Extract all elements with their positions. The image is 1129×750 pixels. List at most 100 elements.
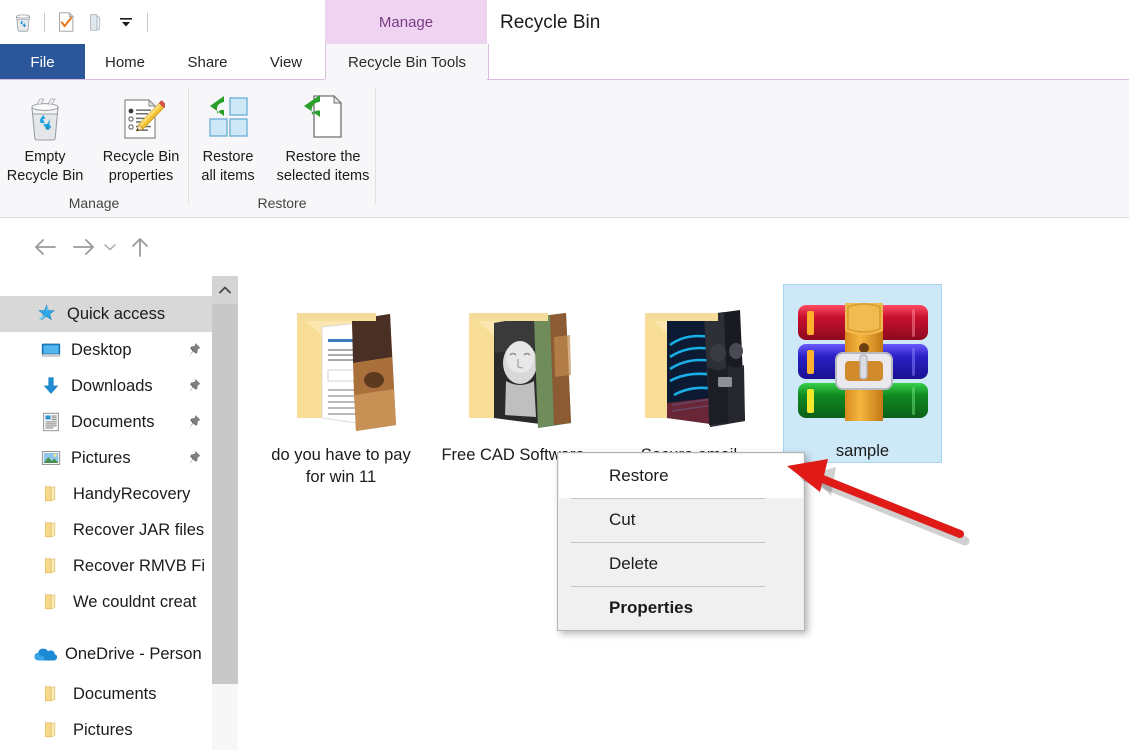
quick-access-star-icon bbox=[34, 301, 60, 327]
context-menu-label: Delete bbox=[609, 554, 659, 573]
context-menu-item-properties[interactable]: Properties bbox=[559, 586, 803, 630]
ribbon: Empty Recycle Bin Recycle Bin properties… bbox=[0, 80, 1129, 218]
restore-all-items-label: Restore all items bbox=[201, 148, 254, 186]
label-line-1: Recycle Bin bbox=[102, 149, 180, 165]
sidebar-item-label: Documents bbox=[73, 684, 157, 703]
tab-file[interactable]: File bbox=[0, 44, 85, 80]
scrollbar-thumb[interactable] bbox=[212, 304, 238, 684]
context-menu-label: Cut bbox=[609, 510, 636, 529]
recycle-bin-properties-label: Recycle Bin properties bbox=[103, 148, 180, 186]
sidebar-item-desktop[interactable]: Desktop bbox=[0, 332, 212, 368]
ribbon-group-label-restore: Restore bbox=[257, 195, 307, 211]
restore-selected-items-button[interactable]: Restore the selected items bbox=[271, 80, 375, 190]
label-line-1: Restore bbox=[202, 149, 254, 165]
file-item-secure-email[interactable]: Secure email bbox=[610, 285, 768, 466]
documents-icon bbox=[38, 409, 64, 435]
sidebar-item-handyrecovery[interactable]: HandyRecovery bbox=[0, 476, 212, 512]
file-explorer-window: Manage Recycle Bin File Home Share View … bbox=[0, 0, 1129, 750]
folder-icon bbox=[40, 717, 66, 743]
folder-with-preview-icon bbox=[266, 285, 416, 440]
context-menu-item-restore[interactable]: Restore bbox=[559, 454, 803, 498]
tab-share[interactable]: Share bbox=[165, 44, 250, 80]
ribbon-tab-strip: File Home Share View Recycle Bin Tools bbox=[0, 44, 1129, 80]
downloads-icon bbox=[38, 373, 64, 399]
pin-icon[interactable] bbox=[185, 413, 203, 431]
folder-icon bbox=[40, 681, 66, 707]
navigation-pane: Quick access Desktop Downloads Documents… bbox=[0, 276, 212, 750]
file-name-label: sample bbox=[835, 442, 890, 460]
file-item-sample[interactable]: sample bbox=[783, 284, 942, 463]
empty-recycle-bin-button[interactable]: Empty Recycle Bin bbox=[1, 80, 89, 190]
sidebar-item-recover-rmvb-files[interactable]: Recover RMVB Fi bbox=[0, 548, 212, 584]
sidebar-item-label: Pictures bbox=[71, 448, 131, 467]
ribbon-group-label-manage: Manage bbox=[68, 195, 120, 211]
sidebar-item-label: Recover JAR files bbox=[73, 520, 205, 539]
sidebar-item-documents[interactable]: Documents bbox=[0, 404, 212, 440]
tab-view[interactable]: View bbox=[250, 44, 322, 80]
recycle-bin-properties-button[interactable]: Recycle Bin properties bbox=[95, 80, 187, 190]
sidebar-item-label: Desktop bbox=[71, 340, 132, 359]
scroll-up-button[interactable] bbox=[212, 276, 238, 304]
file-item-free-cad-software[interactable]: Free CAD Software bbox=[434, 285, 592, 466]
customize-dropdown-icon[interactable] bbox=[111, 7, 141, 37]
folder-icon bbox=[40, 481, 66, 507]
tab-recycle-bin-tools[interactable]: Recycle Bin Tools bbox=[325, 44, 489, 80]
pin-icon[interactable] bbox=[185, 377, 203, 395]
new-folder-icon[interactable] bbox=[81, 7, 111, 37]
sidebar-item-downloads[interactable]: Downloads bbox=[0, 368, 212, 404]
sidebar-item-label: Downloads bbox=[71, 376, 153, 395]
label-line-2: all items bbox=[201, 168, 255, 184]
sidebar-item-label: Recover RMVB Fi bbox=[73, 556, 206, 575]
label-line-2: Recycle Bin bbox=[6, 168, 84, 184]
qat-separator-2 bbox=[147, 12, 148, 32]
label-line-1: Empty bbox=[24, 149, 66, 165]
sidebar-item-label: HandyRecovery bbox=[73, 484, 191, 503]
sidebar-item-label: Pictures bbox=[73, 720, 133, 739]
pin-icon[interactable] bbox=[185, 449, 203, 467]
file-item-do-you-have-to-pay-for-win-11[interactable]: do you have to pay for win 11 bbox=[262, 285, 420, 488]
context-menu-item-delete[interactable]: Delete bbox=[559, 542, 803, 586]
window-title: Recycle Bin bbox=[500, 12, 601, 33]
empty-recycle-bin-label: Empty Recycle Bin bbox=[7, 148, 84, 186]
onedrive-icon bbox=[32, 641, 58, 667]
restore-selected-items-icon bbox=[296, 90, 350, 142]
sidebar-item-pictures[interactable]: Pictures bbox=[0, 440, 212, 476]
sidebar-item-we-couldnt-create[interactable]: We couldnt creat bbox=[0, 584, 212, 620]
sidebar-item-onedrive-documents[interactable]: Documents bbox=[0, 676, 212, 712]
navigation-pane-scrollbar[interactable] bbox=[212, 276, 238, 750]
sidebar-item-onedrive-personal[interactable]: OneDrive - Person bbox=[0, 636, 212, 672]
sidebar-item-onedrive-pictures[interactable]: Pictures bbox=[0, 712, 212, 748]
context-menu-item-cut[interactable]: Cut bbox=[559, 498, 803, 542]
folder-with-preview-icon bbox=[614, 285, 764, 440]
ribbon-group-divider-2 bbox=[375, 88, 376, 204]
context-menu[interactable]: Restore Cut Delete Properties bbox=[557, 452, 805, 631]
properties-icon[interactable] bbox=[51, 7, 81, 37]
label-line-2: selected items bbox=[276, 168, 370, 184]
forward-button[interactable] bbox=[69, 232, 99, 262]
restore-all-items-button[interactable]: Restore all items bbox=[189, 80, 267, 190]
restore-all-items-icon bbox=[202, 90, 254, 142]
sidebar-item-quick-access[interactable]: Quick access bbox=[0, 296, 212, 332]
folder-icon bbox=[40, 553, 66, 579]
label-line-1: Restore the bbox=[285, 149, 361, 165]
file-name-label: do you have to pay for win 11 bbox=[271, 446, 411, 486]
pin-icon[interactable] bbox=[185, 341, 203, 359]
desktop-icon bbox=[38, 337, 64, 363]
tab-home[interactable]: Home bbox=[85, 44, 165, 80]
ribbon-group-manage: Empty Recycle Bin Recycle Bin properties… bbox=[0, 80, 188, 217]
recent-locations-button[interactable] bbox=[98, 232, 122, 262]
sidebar-item-label: We couldnt creat bbox=[73, 592, 197, 611]
sidebar-item-recover-jar-files[interactable]: Recover JAR files bbox=[0, 512, 212, 548]
title-bar: Manage Recycle Bin bbox=[0, 0, 1129, 44]
empty-recycle-bin-icon bbox=[22, 90, 68, 142]
context-menu-label: Restore bbox=[609, 466, 669, 485]
recycle-bin-properties-icon bbox=[117, 90, 165, 142]
recycle-bin-icon[interactable] bbox=[8, 7, 38, 37]
qat-separator-1 bbox=[44, 12, 45, 32]
back-button[interactable] bbox=[30, 232, 60, 262]
sidebar-item-label: Quick access bbox=[67, 304, 166, 323]
folder-icon bbox=[40, 589, 66, 615]
folder-with-preview-icon bbox=[438, 285, 588, 440]
pictures-icon bbox=[38, 445, 64, 471]
up-button[interactable] bbox=[125, 232, 155, 262]
